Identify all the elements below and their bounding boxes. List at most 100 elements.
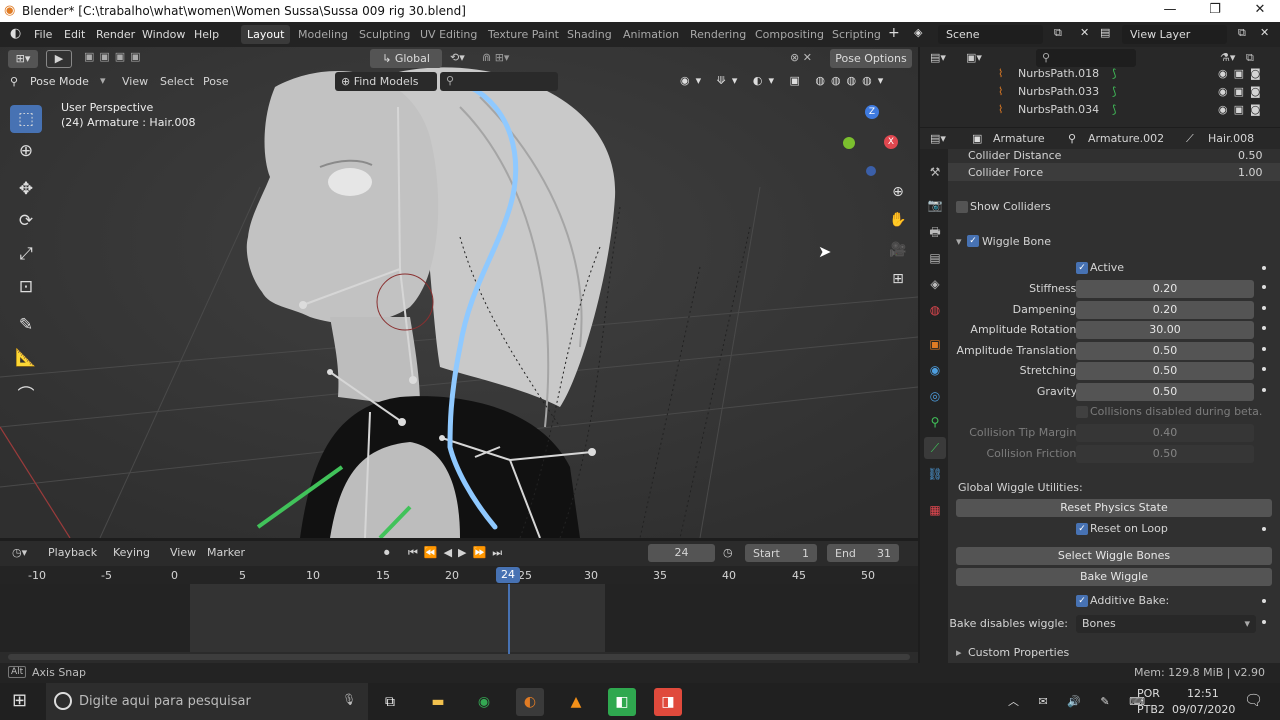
new-view-layer-icon[interactable]: ⧉ bbox=[1238, 26, 1246, 40]
keyframe-dot-icon[interactable] bbox=[1262, 326, 1266, 330]
keyframe-dot-icon[interactable] bbox=[1262, 367, 1266, 371]
wiggle-bone-checkbox[interactable]: ✓ bbox=[967, 235, 979, 247]
blender-taskbar-icon[interactable]: ◐ bbox=[516, 688, 544, 716]
collider-distance-value[interactable]: 0.50 bbox=[1238, 149, 1263, 162]
keyframe-dot-icon[interactable] bbox=[1262, 306, 1266, 310]
menu-window[interactable]: Window bbox=[142, 28, 185, 41]
menu-edit[interactable]: Edit bbox=[64, 28, 85, 41]
scene-tab-icon[interactable]: ◈ bbox=[924, 273, 946, 295]
view-layer-icon[interactable]: ▤ bbox=[1100, 26, 1110, 39]
3d-viewport[interactable]: ⊞▾ ▶ ▣▣▣▣ ↳ Global ⟲▾ ⋒ ⊞▾ ⊗ ✕ Pose Opti… bbox=[0, 47, 918, 538]
mode-dropdown[interactable]: Pose Mode bbox=[30, 75, 110, 88]
find-models-dropdown[interactable]: ⊕ Find Models bbox=[335, 72, 437, 91]
collision-tip-margin-field[interactable]: 0.40 bbox=[1076, 424, 1254, 442]
timeline-menu-view[interactable]: View bbox=[170, 546, 196, 559]
red-app-icon[interactable]: ◨ bbox=[654, 688, 682, 716]
playback-controls-icons[interactable]: ⏮⏪◀▶⏩⏭ bbox=[408, 546, 508, 560]
gizmo-x-icon[interactable]: X bbox=[884, 135, 898, 149]
viewport-menu-view[interactable]: View bbox=[122, 75, 148, 88]
active-checkbox[interactable]: ✓ bbox=[1076, 262, 1088, 274]
keyframe-dot-icon[interactable] bbox=[1262, 599, 1266, 603]
view-layer-selector[interactable]: View Layer bbox=[1122, 25, 1227, 44]
playhead-line[interactable] bbox=[508, 584, 510, 654]
keyframe-dot-icon[interactable] bbox=[1262, 620, 1266, 624]
breadcrumb-bone[interactable]: Hair.008 bbox=[1208, 132, 1254, 145]
gizmo-neg-z-icon[interactable] bbox=[866, 166, 876, 176]
measure-tool-icon[interactable]: 📐 bbox=[10, 344, 42, 372]
chrome-icon[interactable]: ◉ bbox=[470, 688, 498, 716]
display-mode-icon[interactable]: ▣▾ bbox=[966, 51, 982, 64]
keyframe-dot-icon[interactable] bbox=[1262, 388, 1266, 392]
tab-layout[interactable]: Layout bbox=[241, 25, 291, 44]
pose-tool-icon[interactable]: ⌒ bbox=[10, 382, 42, 410]
bone-constraints-tab-icon[interactable]: ⛓ bbox=[924, 463, 946, 485]
pivot-point-icon[interactable]: ⟲▾ bbox=[450, 51, 465, 64]
find-models-search[interactable]: ⚲ bbox=[440, 72, 558, 91]
texture-tab-icon[interactable]: ▦ bbox=[924, 499, 946, 521]
current-frame-field[interactable]: 24 bbox=[648, 544, 715, 562]
breadcrumb-armature[interactable]: Armature bbox=[993, 132, 1045, 145]
tool-tab-icon[interactable]: ⚒ bbox=[924, 161, 946, 183]
keyframe-dot-icon[interactable] bbox=[1262, 347, 1266, 351]
additive-bake-checkbox[interactable]: ✓ bbox=[1076, 595, 1088, 607]
record-icon[interactable]: ⏺ bbox=[384, 546, 390, 560]
collisions-checkbox[interactable] bbox=[1076, 406, 1088, 418]
horizontal-scrollbar[interactable] bbox=[8, 654, 910, 660]
cursor-tool-icon[interactable]: ⊕ bbox=[10, 137, 42, 165]
output-tab-icon[interactable]: 🖶 bbox=[924, 221, 946, 243]
viewport-menu-select[interactable]: Select bbox=[160, 75, 194, 88]
dampening-field[interactable]: 0.20 bbox=[1076, 301, 1254, 319]
stiffness-field[interactable]: 0.20 bbox=[1076, 280, 1254, 298]
show-colliders-checkbox[interactable] bbox=[956, 201, 968, 213]
tab-scripting[interactable]: Scripting bbox=[826, 25, 887, 44]
annotate-tool-icon[interactable]: ✎ bbox=[10, 311, 42, 339]
amplitude-rotation-field[interactable]: 30.00 bbox=[1076, 321, 1254, 339]
task-view-icon[interactable]: ⧉ bbox=[376, 688, 404, 716]
close-button[interactable]: ✕ bbox=[1245, 2, 1275, 17]
amplitude-translation-field[interactable]: 0.50 bbox=[1076, 342, 1254, 360]
select-tool-icon[interactable]: ▶ bbox=[46, 50, 72, 68]
physics-tab-icon[interactable]: ◎ bbox=[924, 385, 946, 407]
tab-animation[interactable]: Animation bbox=[617, 25, 685, 44]
green-app-icon[interactable]: ◧ bbox=[608, 688, 636, 716]
keyboard-layout-label[interactable]: PTB2 bbox=[1137, 703, 1165, 716]
remove-scene-icon[interactable]: ✕ bbox=[1080, 26, 1089, 39]
reset-on-loop-checkbox[interactable]: ✓ bbox=[1076, 523, 1088, 535]
keyframe-dot-icon[interactable] bbox=[1262, 527, 1266, 531]
gizmo-z-icon[interactable]: Z bbox=[865, 105, 879, 119]
select-wiggle-bones-button[interactable]: Select Wiggle Bones bbox=[956, 547, 1272, 565]
visibility-icons[interactable]: ◉▾ ⟱▾ ◐▾ ▣ ◍◍◍◍▾ bbox=[680, 74, 889, 87]
proportional-editing-icon[interactable]: ⊗ ✕ bbox=[790, 51, 812, 64]
stretching-field[interactable]: 0.50 bbox=[1076, 362, 1254, 380]
visibility-toggles[interactable]: ◉▣◙ bbox=[1218, 85, 1267, 98]
pan-hand-icon[interactable]: ✋ bbox=[884, 207, 912, 233]
gizmo-y-icon[interactable] bbox=[843, 137, 855, 149]
visibility-toggles[interactable]: ◉▣◙ bbox=[1218, 67, 1267, 80]
camera-view-icon[interactable]: 🎥 bbox=[884, 237, 912, 263]
editor-type-icon[interactable]: ⊞▾ bbox=[8, 50, 38, 68]
bake-wiggle-button[interactable]: Bake Wiggle bbox=[956, 568, 1272, 586]
taskbar-search[interactable]: Digite aqui para pesquisar 🎙 bbox=[46, 683, 368, 720]
pose-options-dropdown[interactable]: Pose Options bbox=[830, 49, 912, 68]
tab-shading[interactable]: Shading bbox=[561, 25, 618, 44]
gravity-field[interactable]: 0.50 bbox=[1076, 383, 1254, 401]
rotate-tool-icon[interactable]: ⟳ bbox=[10, 207, 42, 235]
wiggle-bone-header[interactable]: Wiggle Bone bbox=[982, 235, 1051, 248]
collision-friction-field[interactable]: 0.50 bbox=[1076, 445, 1254, 463]
list-item[interactable]: ⌇ NurbsPath.033 ⟆ ◉▣◙ bbox=[920, 83, 1270, 100]
menu-render[interactable]: Render bbox=[96, 28, 135, 41]
list-item[interactable]: ⌇ NurbsPath.018 ⟆ ◉▣◙ bbox=[920, 65, 1270, 82]
add-workspace-icon[interactable]: + bbox=[888, 25, 900, 41]
tab-uv-editing[interactable]: UV Editing bbox=[414, 25, 483, 44]
clock-time[interactable]: 12:51 bbox=[1187, 687, 1219, 700]
tab-compositing[interactable]: Compositing bbox=[749, 25, 830, 44]
playhead-frame[interactable]: 24 bbox=[496, 567, 520, 583]
timeline-editor-icon[interactable]: ◷▾ bbox=[12, 546, 27, 559]
scene-selector[interactable]: Scene bbox=[938, 25, 1043, 44]
new-collection-icon[interactable]: ⧉ bbox=[1246, 51, 1254, 65]
bake-disables-dropdown[interactable]: Bones ▾ bbox=[1076, 615, 1256, 633]
keyframe-dot-icon[interactable] bbox=[1262, 285, 1266, 289]
microphone-icon[interactable]: 🎙 bbox=[342, 693, 356, 706]
selection-mode-icons[interactable]: ▣▣▣▣ bbox=[84, 50, 174, 68]
menu-help[interactable]: Help bbox=[194, 28, 219, 41]
